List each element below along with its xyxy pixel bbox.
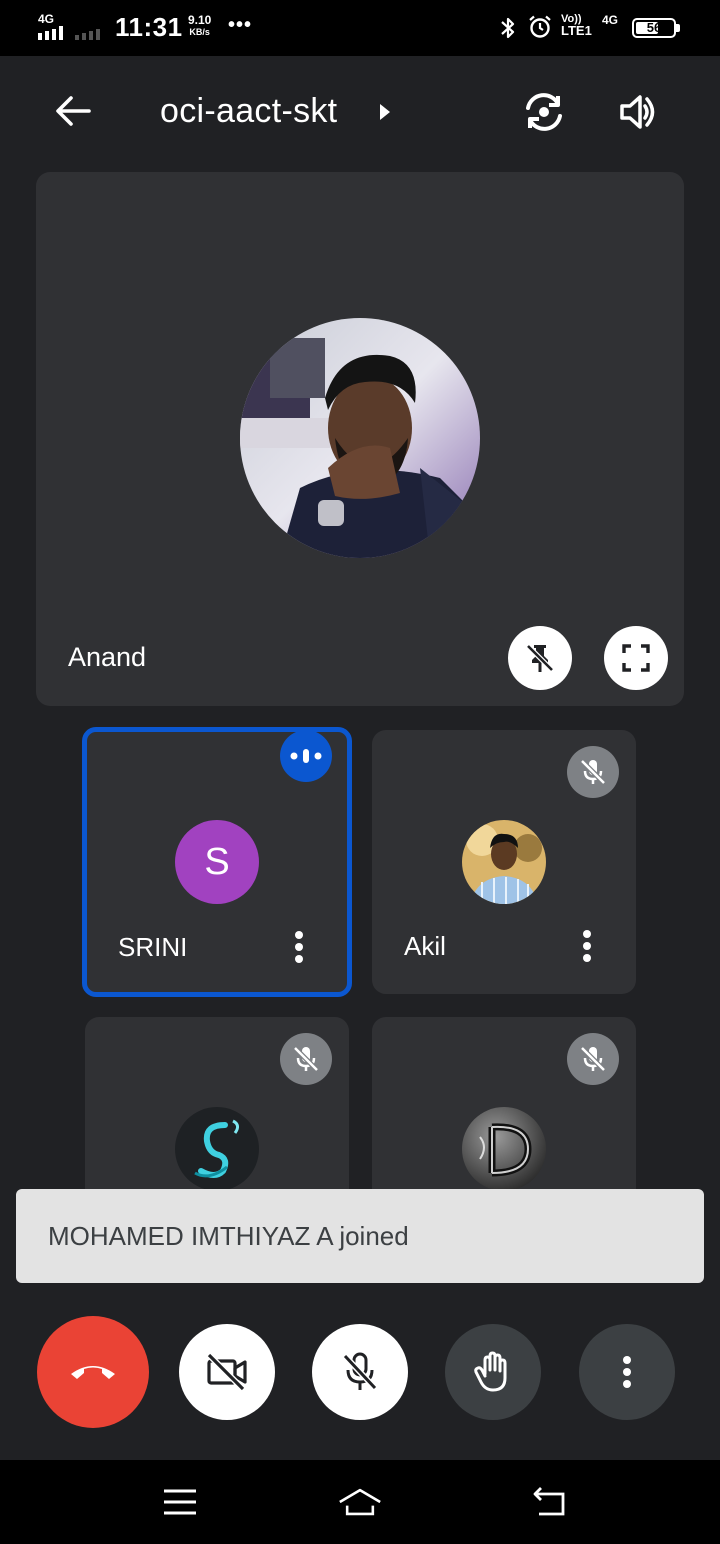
volte-bottom: LTE1 xyxy=(561,23,592,38)
more-vert-icon xyxy=(623,1356,631,1388)
back-icon xyxy=(533,1487,565,1516)
network-type: 4G xyxy=(38,12,55,26)
muted-indicator xyxy=(280,1033,332,1085)
clock: 11:31 xyxy=(115,12,183,42)
speed-unit: KB/s xyxy=(189,27,210,37)
nav-back-button[interactable] xyxy=(527,1482,571,1522)
muted-indicator xyxy=(567,1033,619,1085)
more-vert-icon xyxy=(583,930,591,962)
avatar xyxy=(175,1107,259,1191)
participant-name: SRINI xyxy=(118,932,188,962)
home-icon xyxy=(339,1488,381,1516)
camera-off-icon xyxy=(206,1352,247,1392)
participant-tile-akil[interactable]: Akil xyxy=(372,730,636,994)
end-call-icon xyxy=(71,1366,115,1379)
participant-tile-srini[interactable]: S SRINI xyxy=(82,727,352,997)
mic-toggle-button[interactable] xyxy=(312,1324,408,1420)
main-participant-avatar xyxy=(240,318,480,558)
participant-tile-4[interactable] xyxy=(372,1017,636,1197)
switch-camera-icon xyxy=(526,93,562,131)
call-header: oci-aact-skt xyxy=(0,56,720,168)
volte-indicator: Vo)) LTE1 xyxy=(561,13,592,37)
participant-more-button[interactable] xyxy=(575,926,599,966)
menu-icon xyxy=(164,1489,196,1515)
meeting-title[interactable]: oci-aact-skt xyxy=(160,92,337,131)
main-participant-name: Anand xyxy=(68,642,147,672)
unpin-button[interactable] xyxy=(508,626,572,690)
caret-right-icon[interactable] xyxy=(378,102,392,122)
alarm-icon xyxy=(529,15,551,38)
nav-home-button[interactable] xyxy=(338,1482,382,1522)
status-bar: 4G 11:31 9.10 KB/s ••• Vo)) LTE1 4G 56 xyxy=(0,0,720,56)
network-type-2: 4G xyxy=(602,13,619,27)
back-button[interactable] xyxy=(48,86,98,136)
participant-more-button[interactable] xyxy=(287,927,311,967)
back-arrow-icon xyxy=(56,96,91,126)
speaker-icon xyxy=(620,95,655,129)
avatar: S xyxy=(175,820,259,904)
camera-toggle-button[interactable] xyxy=(179,1324,275,1420)
end-call-button[interactable] xyxy=(37,1316,149,1428)
speed-value: 9.10 xyxy=(188,13,212,27)
speaker-button[interactable] xyxy=(612,86,664,138)
participant-name: Akil xyxy=(404,931,446,961)
battery-level: 56 xyxy=(646,20,662,35)
raise-hand-button[interactable] xyxy=(445,1324,541,1420)
fullscreen-button[interactable] xyxy=(604,626,668,690)
call-controls xyxy=(0,1300,720,1460)
unpin-icon xyxy=(526,644,554,672)
avatar-initial: S xyxy=(204,840,230,883)
main-participant-tile[interactable]: Anand xyxy=(36,172,684,706)
meet-call-screen: 4G 11:31 9.10 KB/s ••• Vo)) LTE1 4G 56 o… xyxy=(0,0,720,1544)
switch-camera-button[interactable] xyxy=(518,86,570,138)
muted-indicator xyxy=(567,746,619,798)
signal-icon xyxy=(38,26,100,40)
speaking-indicator xyxy=(280,732,332,782)
fullscreen-icon xyxy=(622,644,650,672)
nav-menu-button[interactable] xyxy=(158,1482,202,1522)
more-notifications: ••• xyxy=(228,14,253,36)
join-notification-toast: MOHAMED IMTHIYAZ A joined xyxy=(16,1189,704,1283)
bluetooth-icon xyxy=(501,17,515,39)
system-nav-bar xyxy=(0,1460,720,1544)
avatar xyxy=(462,820,546,904)
audio-level-icon xyxy=(290,749,322,763)
mic-off-icon xyxy=(580,759,606,785)
raise-hand-icon xyxy=(474,1351,507,1392)
participant-tile-3[interactable] xyxy=(85,1017,349,1197)
mic-off-icon xyxy=(580,1046,606,1072)
mic-off-icon xyxy=(342,1352,378,1391)
avatar xyxy=(462,1107,546,1191)
toast-text: MOHAMED IMTHIYAZ A joined xyxy=(48,1220,409,1251)
more-vert-icon xyxy=(295,931,303,963)
mic-off-icon xyxy=(293,1046,319,1072)
network-speed: 9.10 KB/s xyxy=(188,14,211,38)
more-options-button[interactable] xyxy=(579,1324,675,1420)
battery-icon: 56 xyxy=(632,18,680,38)
